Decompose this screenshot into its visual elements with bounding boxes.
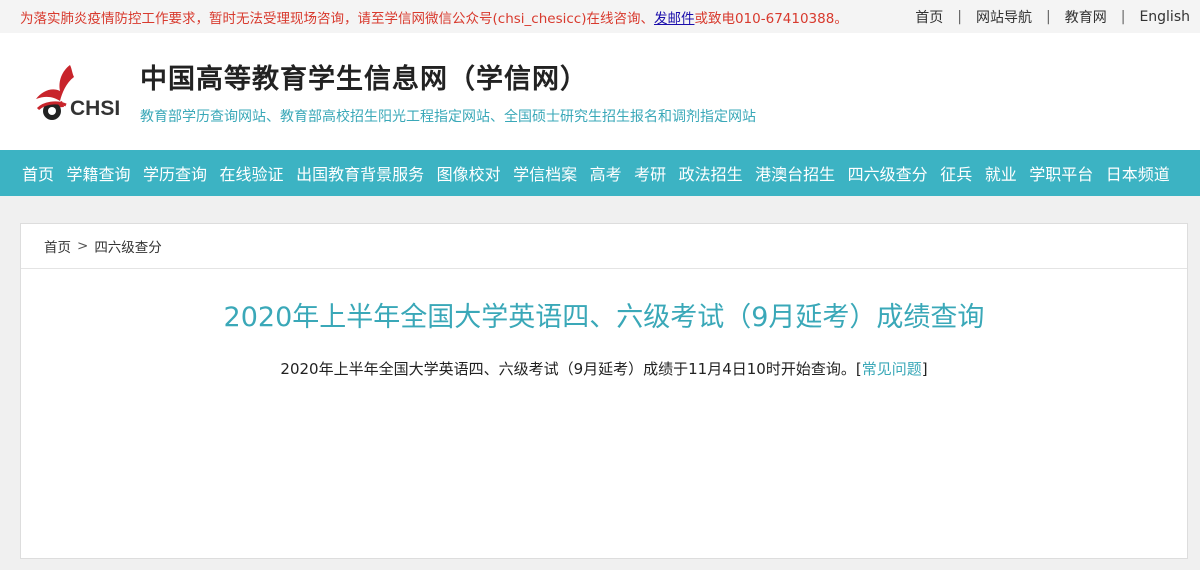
nav-item-gaokao[interactable]: 高考 bbox=[590, 161, 622, 185]
email-link[interactable]: 发邮件 bbox=[654, 11, 695, 27]
nav-item-archive[interactable]: 学信档案 bbox=[513, 161, 577, 185]
nav-item-career-platform[interactable]: 学职平台 bbox=[1029, 161, 1093, 185]
page-description: 2020年上半年全国大学英语四、六级考试（9月延考）成绩于11月4日10时开始查… bbox=[21, 358, 1187, 379]
top-link-english[interactable]: English bbox=[1139, 9, 1190, 25]
nav-item-image-check[interactable]: 图像校对 bbox=[437, 161, 501, 185]
top-link-edu-net[interactable]: 教育网 bbox=[1065, 7, 1107, 27]
top-link-site-nav[interactable]: 网站导航 bbox=[976, 7, 1032, 27]
site-subtitle: 教育部学历查询网站、教育部高校招生阳光工程指定网站、全国硕士研究生招生报名和调剂… bbox=[140, 109, 756, 125]
notice-text-prefix: 为落实肺炎疫情防控工作要求，暂时无法受理现场咨询，请至学信网微信公众号(chsi… bbox=[20, 10, 654, 27]
nav-item-student-status[interactable]: 学籍查询 bbox=[67, 161, 131, 185]
top-links: 首页 | 网站导航 | 教育网 | English bbox=[915, 7, 1190, 27]
nav-item-law-admission[interactable]: 政法招生 bbox=[679, 161, 743, 185]
notice-text-suffix: 或致电010-67410388。 bbox=[694, 10, 848, 27]
nav-item-kaoyan[interactable]: 考研 bbox=[634, 161, 666, 185]
nav-item-employment[interactable]: 就业 bbox=[985, 161, 1017, 185]
site-title: 中国高等教育学生信息网（学信网） bbox=[140, 64, 588, 95]
top-link-separator: | bbox=[1046, 8, 1051, 25]
nav-item-online-verify[interactable]: 在线验证 bbox=[220, 161, 284, 185]
epidemic-notice: 为落实肺炎疫情防控工作要求，暂时无法受理现场咨询，请至学信网微信公众号(chsi… bbox=[20, 7, 848, 27]
site-header: CHSI 中国高等教育学生信息网（学信网） 教育部学历查询网站、教育部高校招生阳… bbox=[0, 33, 1200, 150]
nav-item-degree-query[interactable]: 学历查询 bbox=[143, 161, 207, 185]
top-link-separator: | bbox=[957, 8, 962, 25]
main-nav: 首页 学籍查询 学历查询 在线验证 出国教育背景服务 图像校对 学信档案 高考 … bbox=[0, 150, 1200, 196]
top-link-home[interactable]: 首页 bbox=[915, 7, 943, 27]
breadcrumb-current[interactable]: 四六级查分 bbox=[94, 236, 162, 256]
top-link-separator: | bbox=[1120, 8, 1126, 25]
breadcrumb-home[interactable]: 首页 bbox=[44, 236, 71, 256]
content-panel: 首页 > 四六级查分 2020年上半年全国大学英语四、六级考试（9月延考）成绩查… bbox=[20, 223, 1188, 559]
description-text: 2020年上半年全国大学英语四、六级考试（9月延考）成绩于11月4日10时开始查… bbox=[280, 360, 856, 378]
breadcrumb-separator: > bbox=[77, 238, 89, 254]
breadcrumb: 首页 > 四六级查分 bbox=[21, 224, 1187, 269]
nav-item-conscription[interactable]: 征兵 bbox=[940, 161, 972, 185]
nav-item-abroad-service[interactable]: 出国教育背景服务 bbox=[296, 161, 424, 185]
faq-link[interactable]: 常见问题 bbox=[862, 360, 922, 378]
site-title-block: 中国高等教育学生信息网（学信网） 教育部学历查询网站、教育部高校招生阳光工程指定… bbox=[140, 57, 756, 126]
page-title: 2020年上半年全国大学英语四、六级考试（9月延考）成绩查询 bbox=[223, 302, 985, 333]
nav-item-cet-score[interactable]: 四六级查分 bbox=[848, 161, 928, 185]
chsi-logo[interactable]: CHSI bbox=[32, 57, 132, 127]
top-bar: 为落实肺炎疫情防控工作要求，暂时无法受理现场咨询，请至学信网微信公众号(chsi… bbox=[0, 0, 1200, 33]
nav-item-japan[interactable]: 日本频道 bbox=[1106, 161, 1170, 185]
nav-item-home[interactable]: 首页 bbox=[22, 161, 54, 185]
faq-bracket-close: ] bbox=[921, 360, 928, 378]
nav-item-hk-mo-tw[interactable]: 港澳台招生 bbox=[755, 161, 835, 185]
logo-text: CHSI bbox=[70, 96, 121, 120]
